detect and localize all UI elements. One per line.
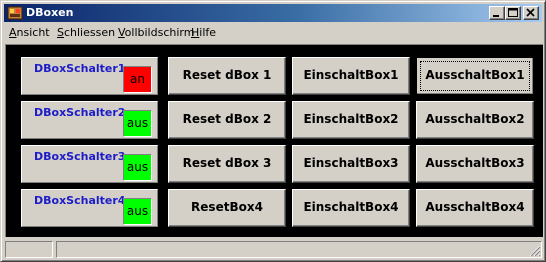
dbox-switch-2[interactable]: DBoxSchalter2 aus [21, 101, 158, 139]
status-bar [4, 240, 542, 258]
reset-dbox-3-button[interactable]: Reset dBox 3 [168, 145, 286, 183]
einschalt-box-3-button[interactable]: EinschaltBox3 [292, 145, 410, 183]
menu-bar: Ansicht Schliessen Vollbildschirm Hilfe [4, 24, 542, 42]
reset-dbox-2-button[interactable]: Reset dBox 2 [168, 101, 286, 139]
einschalt-box-1-button[interactable]: EinschaltBox1 [292, 57, 410, 95]
status-indicator: aus [123, 110, 152, 137]
dbox-panel-area: DBoxSchalter1 an Reset dBox 1 EinschaltB… [5, 44, 543, 237]
dbox-app-icon[interactable] [7, 5, 23, 21]
switch-label: DBoxSchalter1 [34, 62, 126, 75]
minimize-icon [493, 15, 499, 17]
switch-label: DBoxSchalter4 [34, 194, 126, 207]
resize-grip-icon[interactable] [529, 245, 541, 257]
reset-box-4-button[interactable]: ResetBox4 [168, 189, 286, 227]
status-pane-2 [56, 241, 542, 258]
app-window: DBoxen Ansicht Schliessen Vollbildschirm… [0, 0, 546, 262]
close-button[interactable] [523, 6, 539, 20]
menu-vollbildschirm[interactable]: Vollbildschirm [118, 26, 194, 40]
maximize-icon [508, 8, 518, 17]
menu-ansicht[interactable]: Ansicht [9, 26, 50, 40]
einschalt-box-2-button[interactable]: EinschaltBox2 [292, 101, 410, 139]
minimize-button[interactable] [489, 6, 505, 20]
dbox-switch-4[interactable]: DBoxSchalter4 aus [21, 189, 158, 227]
menu-schliessen[interactable]: Schliessen [57, 26, 115, 40]
dbox-switch-3[interactable]: DBoxSchalter3 aus [21, 145, 158, 183]
dbox-switch-1[interactable]: DBoxSchalter1 an [21, 57, 158, 95]
switch-label: DBoxSchalter3 [34, 150, 126, 163]
maximize-button[interactable] [505, 6, 521, 20]
ausschalt-box-1-button[interactable]: AusschaltBox1 [416, 57, 534, 95]
title-bar[interactable]: DBoxen [4, 4, 542, 22]
status-indicator: aus [123, 198, 152, 225]
ausschalt-box-3-button[interactable]: AusschaltBox3 [416, 145, 534, 183]
status-pane-1 [5, 241, 53, 258]
menu-hilfe[interactable]: Hilfe [191, 26, 216, 40]
reset-dbox-1-button[interactable]: Reset dBox 1 [168, 57, 286, 95]
status-indicator: an [123, 66, 152, 93]
status-indicator: aus [123, 154, 152, 181]
window-title: DBoxen [26, 6, 74, 19]
close-icon [526, 8, 535, 17]
ausschalt-box-2-button[interactable]: AusschaltBox2 [416, 101, 534, 139]
ausschalt-box-4-button[interactable]: AusschaltBox4 [416, 189, 534, 227]
switch-label: DBoxSchalter2 [34, 106, 126, 119]
einschalt-box-4-button[interactable]: EinschaltBox4 [292, 189, 410, 227]
